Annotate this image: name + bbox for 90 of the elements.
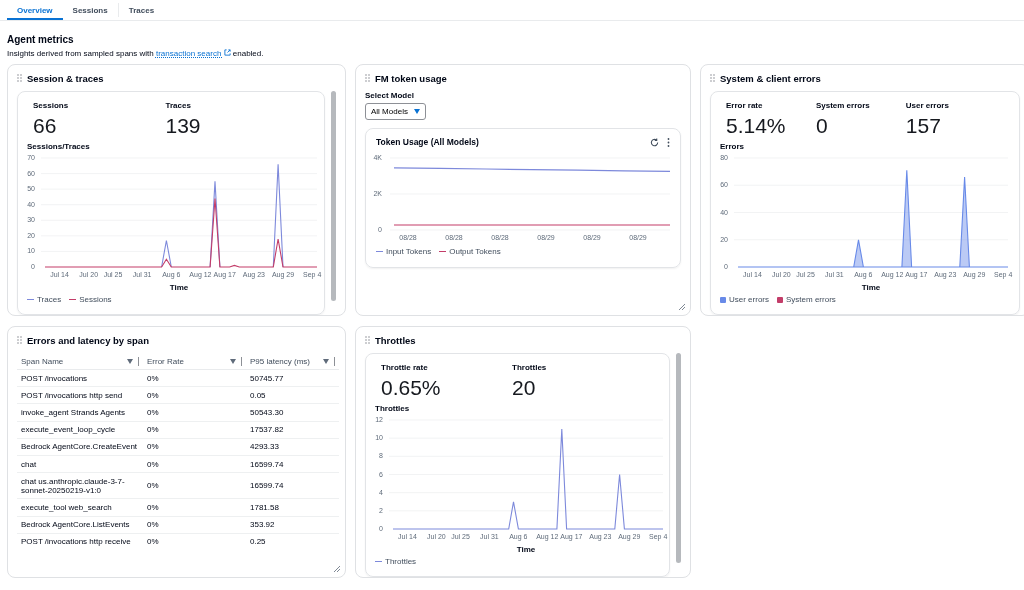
caret-icon: [413, 109, 420, 114]
chart-title: Token Usage (All Models): [376, 137, 480, 147]
table-cell: 0%: [143, 498, 246, 516]
refresh-icon[interactable]: [650, 137, 659, 147]
stat-label: Traces: [165, 101, 192, 110]
legend-label[interactable]: User errors: [729, 295, 769, 304]
stat-label: Sessions: [33, 101, 70, 110]
legend-label[interactable]: Input Tokens: [386, 247, 432, 256]
legend-label[interactable]: Traces: [37, 295, 62, 304]
more-options-icon[interactable]: [667, 137, 670, 147]
table-cell: 353.92: [246, 516, 339, 534]
table-cell: POST /invocations http send: [17, 386, 143, 404]
table-cell: 0%: [143, 421, 246, 439]
widget-title: Throttles: [375, 334, 416, 346]
table-cell: Bedrock AgentCore.CreateEvent: [17, 438, 143, 456]
chart-title: Throttles: [374, 404, 411, 413]
table-cell: 0%: [143, 386, 246, 404]
transaction-search-link[interactable]: transaction search: [155, 49, 231, 58]
legend-label[interactable]: Output Tokens: [449, 247, 501, 256]
column-header[interactable]: P95 latency (ms): [246, 354, 339, 370]
table-cell: chat: [17, 455, 143, 473]
stat-label: Throttles: [512, 363, 548, 372]
description-text: Insights derived from sampled spans with transaction search enabled.: [7, 49, 265, 58]
table-cell: POST /invocations http receive: [17, 533, 143, 550]
column-header[interactable]: Span Name: [17, 354, 143, 370]
drag-handle-icon[interactable]: [710, 74, 715, 82]
stat-label: Throttle rate: [381, 363, 429, 372]
axis-title: Time: [516, 545, 536, 554]
stat-value: 0.65%: [381, 376, 442, 400]
tab[interactable]: Overview: [7, 3, 63, 20]
stat-value: 66: [33, 114, 58, 138]
table-cell: 50745.77: [246, 369, 339, 387]
drag-handle-icon[interactable]: [17, 336, 22, 344]
table-cell: Bedrock AgentCore.ListEvents: [17, 516, 143, 534]
table-cell: 16599.74: [246, 455, 339, 473]
sort-caret-icon: [230, 359, 236, 364]
table-cell: 50543.30: [246, 403, 339, 422]
stat-value: 5.14%: [726, 114, 787, 138]
select-label: Select Model: [365, 91, 415, 100]
drag-handle-icon[interactable]: [17, 74, 22, 82]
table-cell: execute_tool web_search: [17, 498, 143, 516]
table-cell: execute_event_loop_cycle: [17, 421, 143, 439]
table-cell: 0%: [143, 455, 246, 473]
table-cell: 0.05: [246, 386, 339, 404]
resize-handle-icon[interactable]: [334, 566, 340, 572]
scrollbar[interactable]: [676, 353, 681, 563]
resize-handle-icon[interactable]: [679, 304, 685, 310]
section-heading: Agent metrics: [7, 34, 75, 45]
chart-title: Errors: [719, 142, 745, 151]
table-cell: 0%: [143, 472, 246, 499]
table-cell: 0%: [143, 438, 246, 456]
legend-label[interactable]: System errors: [786, 295, 836, 304]
sort-caret-icon: [323, 359, 329, 364]
tab[interactable]: Sessions: [62, 3, 119, 17]
legend-label[interactable]: Throttles: [385, 557, 417, 566]
table-cell: 1781.58: [246, 498, 339, 516]
table-cell: 0%: [143, 369, 246, 387]
table-cell: 17537.82: [246, 421, 339, 439]
table-cell: 0.25: [246, 533, 339, 550]
stat-label: System errors: [815, 101, 871, 110]
table-cell: 4293.33: [246, 438, 339, 456]
table-cell: POST /invocations: [17, 369, 143, 387]
table-cell: 0%: [143, 403, 246, 422]
drag-handle-icon[interactable]: [365, 74, 370, 82]
widget-title: System & client errors: [720, 72, 821, 84]
stat-label: Error rate: [726, 101, 764, 110]
table-cell: 0%: [143, 516, 246, 534]
scrollbar[interactable]: [331, 91, 336, 301]
legend-label[interactable]: Sessions: [79, 295, 112, 304]
tab[interactable]: Traces: [118, 3, 165, 17]
table-cell: chat us.anthropic.claude-3-7-sonnet-20250219-v1:0: [17, 472, 143, 499]
chart-title: Sessions/Traces: [26, 142, 91, 151]
axis-title: Time: [169, 283, 189, 292]
drag-handle-icon[interactable]: [365, 336, 370, 344]
model-select[interactable]: All Models: [365, 103, 426, 120]
stat-label: User errors: [905, 101, 950, 110]
table-cell: invoke_agent Strands Agents: [17, 403, 143, 422]
table-cell: 0%: [143, 533, 246, 550]
external-link-icon: [223, 49, 231, 56]
widget-title: FM token usage: [375, 72, 447, 84]
sort-caret-icon: [127, 359, 133, 364]
widget-title: Errors and latency by span: [27, 334, 149, 346]
widget-title: Session & traces: [27, 72, 104, 84]
stat-value: 0: [815, 114, 829, 138]
stat-value: 157: [905, 114, 942, 138]
stat-value: 139: [165, 114, 202, 138]
table-cell: 16599.74: [246, 472, 339, 499]
stat-value: 20: [512, 376, 537, 400]
axis-title: Time: [861, 283, 881, 292]
column-header[interactable]: Error Rate: [143, 354, 246, 370]
